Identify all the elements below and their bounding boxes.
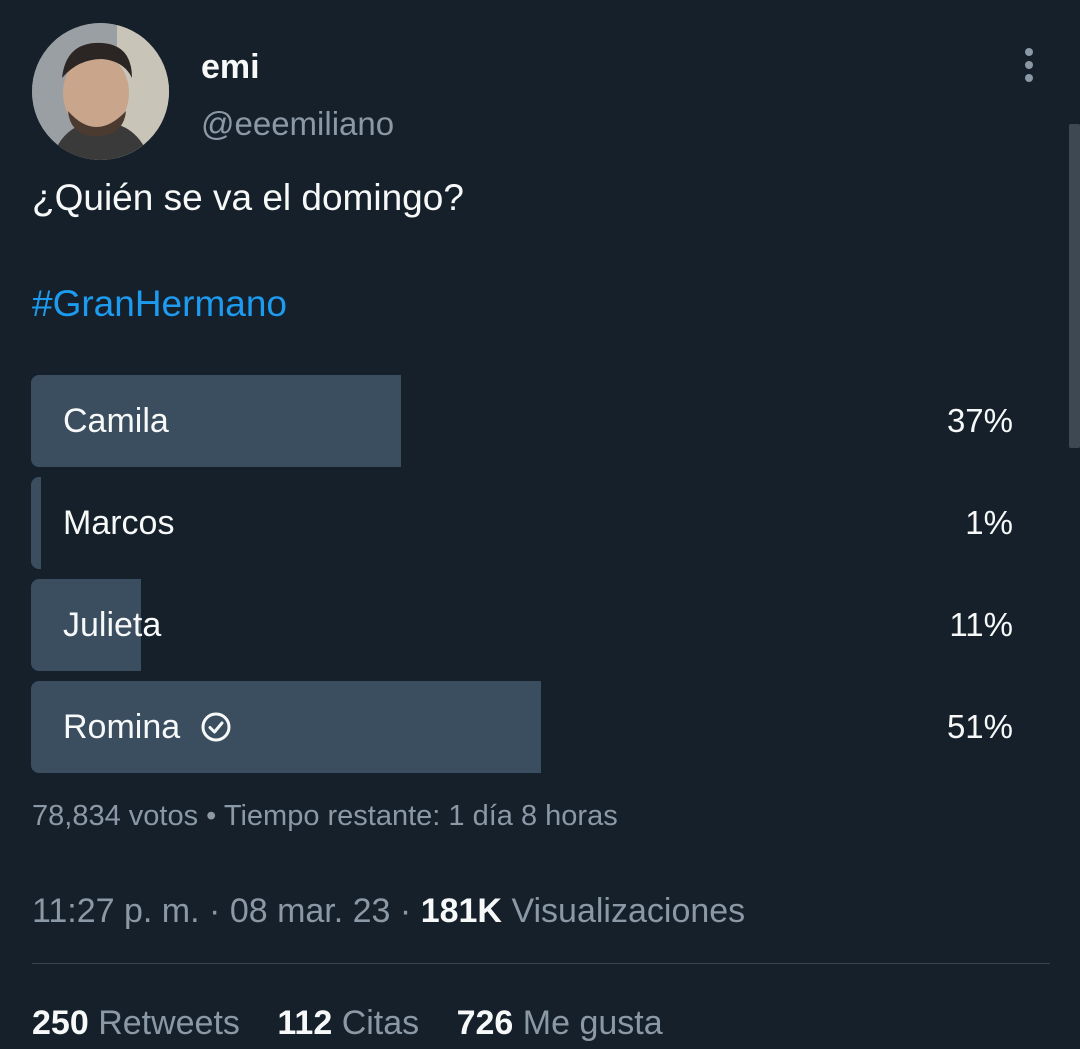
poll-time-remaining: Tiempo restante: 1 día 8 horas [223, 800, 618, 832]
tweet-time[interactable]: 11:27 p. m. [32, 892, 200, 930]
retweets-count: 250 [32, 1004, 89, 1042]
views-label: Visualizaciones [511, 892, 746, 930]
poll: Camila 37% Marcos 1% Julieta 11% Romina … [31, 375, 1031, 783]
quotes-label: Citas [341, 1004, 420, 1042]
engagement-stats: 250 Retweets 112 Citas 726 Me gusta [32, 1000, 691, 1046]
scrollbar[interactable] [1069, 124, 1080, 448]
poll-option-label: Marcos [63, 503, 175, 542]
tweet-text: ¿Quién se va el domingo? [32, 177, 464, 218]
poll-votes: 78,834 votos [32, 800, 199, 832]
author-display-name[interactable]: emi [201, 45, 260, 89]
retweets-label: Retweets [98, 1004, 240, 1042]
retweets-stat[interactable]: 250 Retweets [32, 1004, 240, 1042]
poll-option-label: Camila [63, 401, 169, 440]
poll-option: Marcos 1% [31, 477, 1031, 569]
poll-option-label: Romina [63, 707, 181, 746]
quotes-count: 112 [277, 1004, 333, 1042]
views-count: 181K [420, 892, 502, 930]
timestamp-row: 11:27 p. m. · 08 mar. 23 · 181K Visualiz… [32, 887, 745, 935]
poll-option: Julieta 11% [31, 579, 1031, 671]
hashtag-link[interactable]: #GranHermano [32, 280, 287, 328]
quotes-stat[interactable]: 112 Citas [277, 1004, 419, 1042]
author-handle[interactable]: @eeemiliano [201, 102, 394, 146]
poll-separator: • [206, 800, 217, 832]
divider [32, 963, 1050, 964]
poll-option-label: Julieta [63, 605, 162, 644]
poll-option: Romina 51% [31, 681, 1031, 773]
check-circle-icon [200, 711, 232, 743]
avatar[interactable] [32, 23, 169, 160]
poll-option-percent: 11% [949, 606, 1013, 643]
likes-stat[interactable]: 726 Me gusta [457, 1004, 663, 1042]
meta-dot: · [399, 892, 412, 930]
likes-label: Me gusta [522, 1004, 663, 1042]
meta-dot: · [209, 892, 221, 930]
poll-option-percent: 37% [946, 402, 1013, 439]
poll-meta: 78,834 votos • Tiempo restante: 1 día 8 … [32, 796, 618, 836]
tweet-date[interactable]: 08 mar. 23 [230, 892, 391, 930]
more-options-button[interactable] [1009, 40, 1049, 90]
poll-bar [31, 477, 41, 569]
more-vertical-icon [1025, 48, 1033, 82]
poll-option-percent: 1% [965, 504, 1013, 541]
poll-option-percent: 51% [946, 708, 1013, 745]
avatar-image [32, 23, 169, 160]
likes-count: 726 [456, 1004, 514, 1042]
poll-option: Camila 37% [31, 375, 1031, 467]
